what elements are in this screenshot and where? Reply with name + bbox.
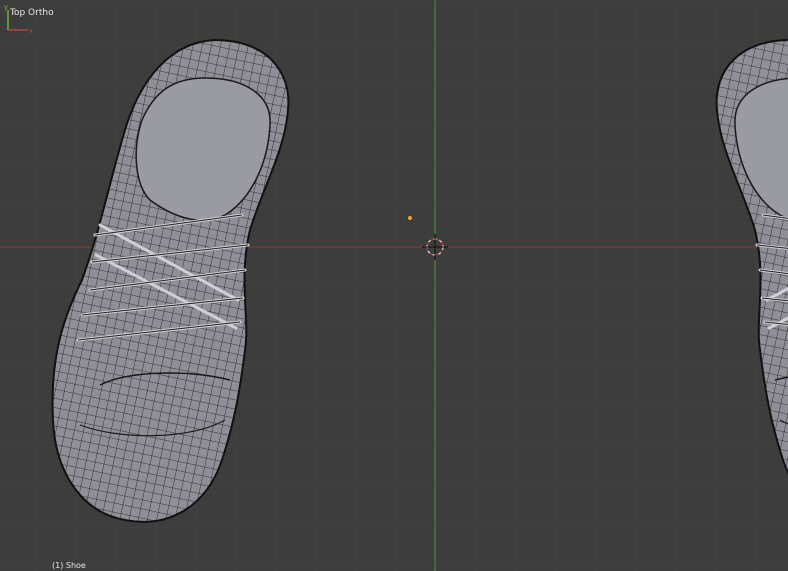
axis-gizmo-icon: y x	[4, 3, 33, 35]
svg-text:x: x	[29, 27, 33, 35]
3d-viewport[interactable]: Top Ortho y x (1) Shoe	[0, 0, 788, 571]
object-label: (1) Shoe	[52, 561, 86, 570]
viewport-canvas[interactable]	[0, 0, 788, 571]
svg-text:y: y	[4, 3, 8, 11]
object-origin-icon	[407, 215, 413, 221]
